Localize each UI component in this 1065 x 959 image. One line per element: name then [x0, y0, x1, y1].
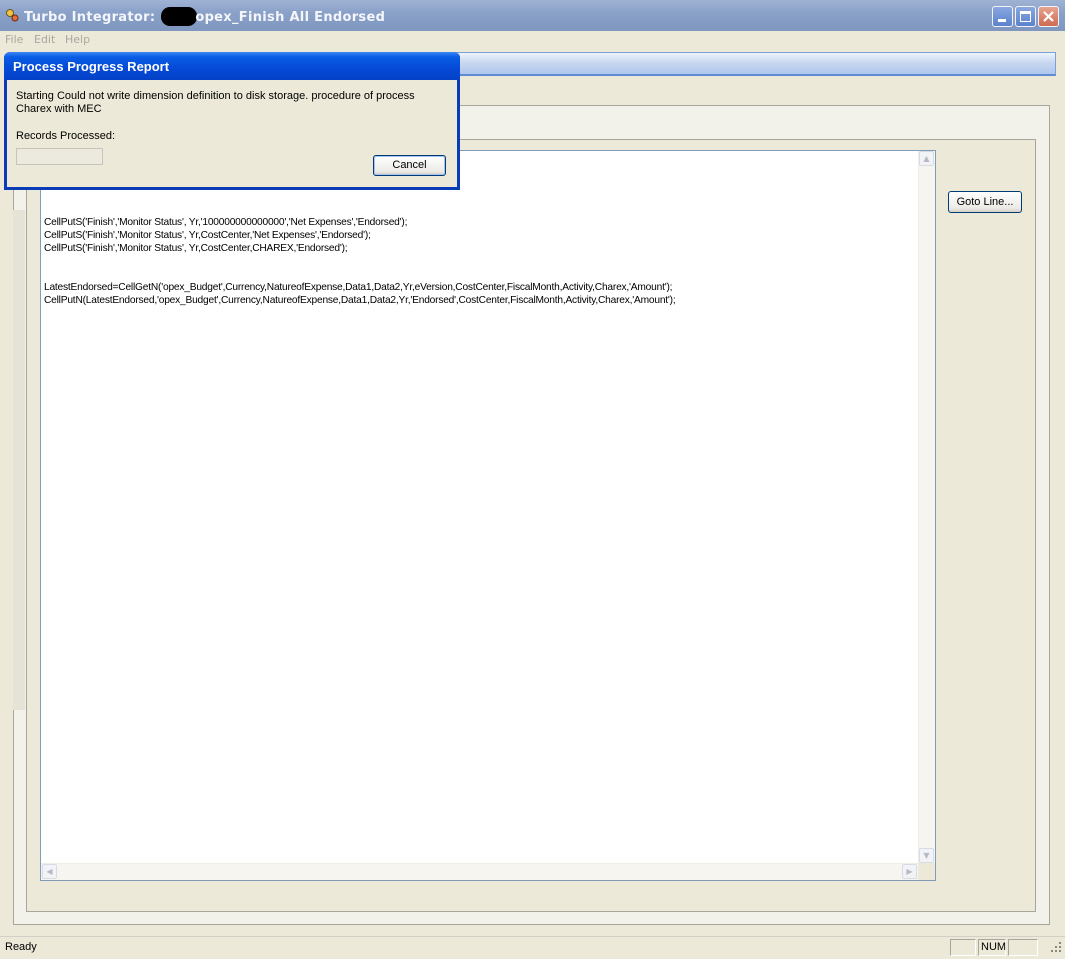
procedure-editor[interactable]: CellPutS('Finish','Monitor Status', Yr,'… — [40, 150, 936, 881]
code-line[interactable]: CellPutS('Finish','Monitor Status', Yr,'… — [44, 216, 916, 229]
dialog-message-line-2: Charex with MEC — [16, 103, 102, 115]
status-text: Ready — [5, 941, 37, 953]
status-pane-caps — [950, 939, 976, 956]
window-title-process: opex_Finish All Endorsed — [195, 10, 386, 25]
scroll-up-button[interactable]: ▲ — [919, 151, 934, 166]
records-processed-field — [16, 148, 103, 165]
dialog-message: Starting Could not write dimension defin… — [16, 90, 436, 116]
code-line[interactable]: CellPutN(LatestEndorsed,'opex_Budget',Cu… — [44, 294, 916, 307]
code-line[interactable]: CellPutS('Finish','Monitor Status', Yr,C… — [44, 242, 916, 255]
minimize-icon — [998, 19, 1006, 22]
code-line[interactable] — [44, 203, 916, 216]
code-line[interactable] — [44, 255, 916, 268]
dialog-message-line-1: Starting Could not write dimension defin… — [16, 90, 415, 102]
minimize-button[interactable] — [992, 6, 1013, 27]
code-line[interactable]: LatestEndorsed=CellGetN('opex_Budget',Cu… — [44, 281, 916, 294]
turbo-integrator-app-icon — [6, 9, 19, 22]
scroll-down-button[interactable]: ▼ — [919, 848, 934, 863]
code-line[interactable]: CellPutS('Finish','Monitor Status', Yr,C… — [44, 229, 916, 242]
scroll-right-button[interactable]: ▶ — [902, 864, 917, 879]
tab-strip — [440, 52, 1056, 76]
redacted-name — [161, 7, 198, 26]
status-bar: Ready NUM — [0, 936, 1065, 959]
code-line[interactable] — [44, 190, 916, 203]
goto-line-button[interactable]: Goto Line... — [948, 191, 1022, 213]
maximize-button[interactable] — [1015, 6, 1036, 27]
records-processed-label: Records Processed: — [16, 130, 116, 142]
code-line[interactable] — [44, 268, 916, 281]
menu-edit[interactable]: Edit — [34, 33, 55, 46]
status-pane-num: NUM — [978, 939, 1006, 956]
window-title-prefix: Turbo Integrator: — [24, 10, 156, 25]
window-title: Turbo Integrator: opex_Finish All Endorse… — [24, 7, 385, 26]
window-title-bar: Turbo Integrator: opex_Finish All Endorse… — [0, 0, 1065, 31]
menu-bar: File Edit Help — [0, 31, 1065, 48]
close-button[interactable] — [1038, 6, 1059, 27]
dialog-title: Process Progress Report — [4, 52, 460, 80]
resize-grip-icon[interactable] — [1050, 941, 1062, 953]
scroll-left-button[interactable]: ◀ — [42, 864, 57, 879]
vertical-scrollbar[interactable]: ▲ ▼ — [918, 151, 935, 863]
menu-file[interactable]: File — [5, 33, 23, 46]
process-progress-dialog: Process Progress Report Starting Could n… — [4, 52, 460, 190]
panel-edge — [13, 210, 25, 710]
close-icon — [1043, 11, 1054, 22]
cancel-button[interactable]: Cancel — [373, 155, 446, 176]
horizontal-scrollbar[interactable]: ◀ ▶ — [41, 863, 918, 880]
code-text[interactable]: CellPutS('Finish','Monitor Status', Yr,'… — [44, 151, 916, 862]
status-pane-scrl — [1008, 939, 1038, 956]
menu-help[interactable]: Help — [65, 33, 90, 46]
maximize-icon — [1020, 11, 1031, 22]
scrollbar-corner — [918, 863, 935, 880]
